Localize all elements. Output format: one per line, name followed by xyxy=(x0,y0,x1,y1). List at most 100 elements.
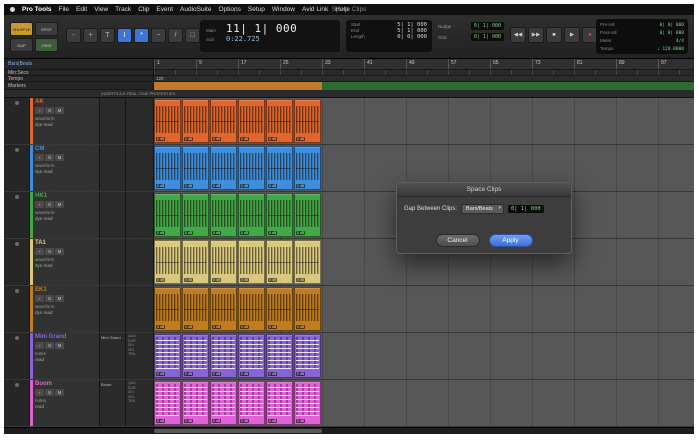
track-header-cm[interactable]: CM●SMwaveformdyn read xyxy=(4,145,154,191)
clip[interactable]: 0 dB xyxy=(238,99,265,143)
clip[interactable]: 0 dB xyxy=(210,381,237,425)
selector-tool[interactable]: I xyxy=(117,28,132,43)
menu-item-track[interactable]: Track xyxy=(115,6,131,13)
clip[interactable]: 0 dB xyxy=(294,334,321,378)
mute-button[interactable]: M xyxy=(55,201,64,208)
cancel-button[interactable]: Cancel xyxy=(436,234,480,247)
record-enable-button[interactable]: ● xyxy=(35,154,44,161)
edit-mode-slip[interactable]: SLIP xyxy=(10,38,33,52)
track-lane[interactable]: 0 dB0 dB0 dB0 dB0 dB0 dB xyxy=(154,98,694,144)
track-header-ek1[interactable]: EK1●SMwaveformdyn read xyxy=(4,286,154,332)
track-name[interactable]: AK xyxy=(35,99,97,106)
mute-button[interactable]: M xyxy=(55,295,64,302)
clip[interactable]: 0 dB xyxy=(210,240,237,284)
scrub-tool[interactable]: ~ xyxy=(151,28,166,43)
clip[interactable]: 0 dB xyxy=(154,240,181,284)
track-name[interactable]: Mini Grand xyxy=(35,334,97,341)
status-value[interactable]: 0| 0| 000 xyxy=(660,22,684,29)
pencil-tool[interactable]: / xyxy=(168,28,183,43)
clip[interactable]: 0 dB xyxy=(182,287,209,331)
track-lane[interactable]: 0 dB0 dB0 dB0 dB0 dB0 dB xyxy=(154,286,694,332)
clip[interactable]: 0 dB xyxy=(294,193,321,237)
track-view-selector[interactable]: notes xyxy=(35,351,97,356)
solo-button[interactable]: S xyxy=(45,389,54,396)
solo-button[interactable]: S xyxy=(45,154,54,161)
record-enable-button[interactable]: ● xyxy=(35,248,44,255)
clip[interactable]: 0 dB xyxy=(154,99,181,143)
clip[interactable]: 0 dB xyxy=(210,193,237,237)
record-enable-button[interactable]: ● xyxy=(35,389,44,396)
sub-counter-value[interactable]: 0:22.725 xyxy=(226,35,260,43)
clip[interactable]: 0 dB xyxy=(266,99,293,143)
mute-button[interactable]: M xyxy=(55,107,64,114)
fast-forward-button[interactable]: ▶▶ xyxy=(528,27,544,43)
clip[interactable]: 0 dB xyxy=(238,193,265,237)
track-inserts-cell[interactable] xyxy=(99,145,125,191)
record-enable-button[interactable]: ● xyxy=(35,107,44,114)
clip[interactable]: 0 dB xyxy=(154,193,181,237)
selection-length-value[interactable]: 0| 0| 000 xyxy=(397,34,427,40)
clip[interactable]: 0 dB xyxy=(266,146,293,190)
clip[interactable]: 0 dB xyxy=(182,334,209,378)
markers-ruler[interactable] xyxy=(154,82,694,90)
track-automation-mode[interactable]: dyn read xyxy=(35,263,97,268)
clip[interactable]: 0 dB xyxy=(182,240,209,284)
clip[interactable]: 0 dB xyxy=(266,287,293,331)
track-view-selector[interactable]: notes xyxy=(35,398,97,403)
menu-item-window[interactable]: Window xyxy=(272,6,295,13)
track-automation-mode[interactable]: dyn read xyxy=(35,216,97,221)
zoom-in-tool[interactable]: + xyxy=(83,28,98,43)
edit-mode-spot[interactable]: SPOT xyxy=(35,22,58,36)
gap-value-field[interactable]: 0| 1| 000 xyxy=(508,205,544,213)
apply-button[interactable]: Apply xyxy=(489,234,533,247)
track-inserts-cell[interactable] xyxy=(99,239,125,285)
track-header-mini-grand[interactable]: Mini Grand●SMnotesreadMini GrandQUADURDL… xyxy=(4,333,154,379)
menu-item-event[interactable]: Event xyxy=(156,6,173,13)
clip[interactable]: 0 dB xyxy=(294,240,321,284)
menu-item-file[interactable]: File xyxy=(59,6,69,13)
track-header-ta1[interactable]: TA1●SMwaveformdyn read xyxy=(4,239,154,285)
solo-button[interactable]: S xyxy=(45,248,54,255)
track-lane[interactable]: 0 dB0 dB0 dB0 dB0 dB0 dB xyxy=(154,380,694,426)
clip[interactable]: 0 dB xyxy=(210,287,237,331)
track-header-boom[interactable]: Boom●SMnotesreadBoomQUADURDLYVELTRN xyxy=(4,380,154,426)
clip[interactable]: 0 dB xyxy=(182,381,209,425)
clip[interactable]: 0 dB xyxy=(238,287,265,331)
track-view-selector[interactable]: waveform xyxy=(35,210,97,215)
track-name[interactable]: Boom xyxy=(35,381,97,388)
status-value[interactable]: 4/4 xyxy=(676,38,684,45)
clip[interactable]: 0 dB xyxy=(154,381,181,425)
track-view-selector[interactable]: waveform xyxy=(35,304,97,309)
track-header-ak[interactable]: AK●SMwaveformdyn read xyxy=(4,98,154,144)
gap-unit-dropdown[interactable]: Bars/Beats ▾ xyxy=(461,204,504,214)
track-inserts-cell[interactable]: Boom xyxy=(99,380,125,426)
menu-item-view[interactable]: View xyxy=(94,6,108,13)
apple-icon[interactable] xyxy=(10,7,15,12)
clip[interactable]: 0 dB xyxy=(182,99,209,143)
track-name[interactable]: TA1 xyxy=(35,240,97,247)
mute-button[interactable]: M xyxy=(55,248,64,255)
clip[interactable]: 0 dB xyxy=(154,146,181,190)
clip[interactable]: 0 dB xyxy=(210,334,237,378)
dialog-title[interactable]: Space Clips xyxy=(397,183,571,197)
track-automation-mode[interactable]: read xyxy=(35,357,97,362)
track-automation-mode[interactable]: dyn read xyxy=(35,310,97,315)
clip[interactable]: 0 dB xyxy=(238,381,265,425)
ruler-label-markers[interactable]: Markers xyxy=(4,82,153,90)
solo-button[interactable]: S xyxy=(45,107,54,114)
track-view-selector[interactable]: waveform xyxy=(35,163,97,168)
menu-item-options[interactable]: Options xyxy=(218,6,240,13)
clip[interactable]: 0 dB xyxy=(154,334,181,378)
stop-button[interactable]: ■ xyxy=(546,27,562,43)
horizontal-scrollbar[interactable] xyxy=(154,429,322,433)
clip[interactable]: 0 dB xyxy=(182,146,209,190)
main-counter-value[interactable]: 11| 1| 000 xyxy=(226,22,297,35)
track-inserts-cell[interactable]: Mini Grand xyxy=(99,333,125,379)
mute-button[interactable]: M xyxy=(55,154,64,161)
edit-mode-shuffle[interactable]: SHUFFLE xyxy=(10,22,33,36)
track-inserts-cell[interactable] xyxy=(99,98,125,144)
menu-item-avid-link[interactable]: Avid Link xyxy=(302,6,328,13)
clip[interactable]: 0 dB xyxy=(266,334,293,378)
clip[interactable]: 0 dB xyxy=(266,193,293,237)
clip[interactable]: 0 dB xyxy=(238,334,265,378)
